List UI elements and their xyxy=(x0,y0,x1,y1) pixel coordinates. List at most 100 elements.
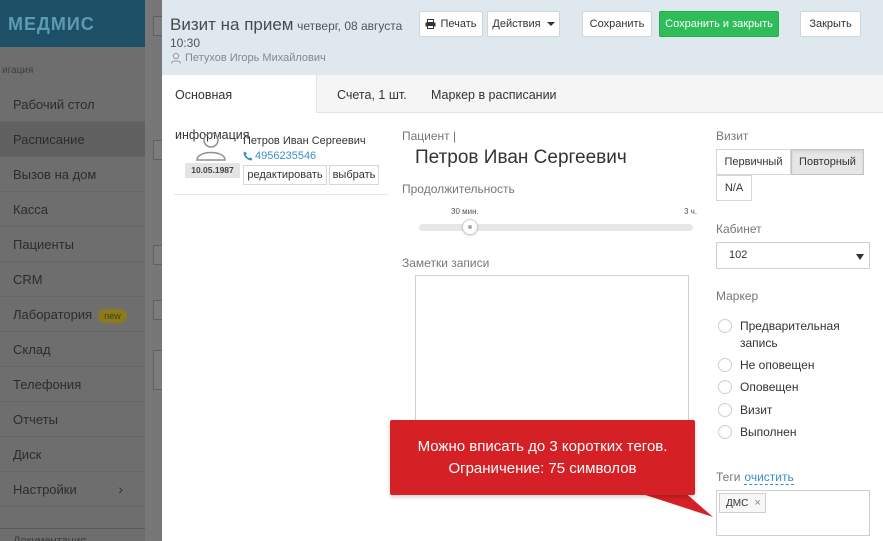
tags-label-row: Теги очистить xyxy=(716,470,794,485)
user-icon xyxy=(171,52,181,64)
tab-main-info[interactable]: Основная информация xyxy=(162,75,317,142)
sidebar-item-label: Диск xyxy=(13,447,42,462)
doctor-line: Петухов Игорь Михайлович xyxy=(170,52,410,64)
duration-slider-fill xyxy=(419,224,466,231)
tags-input[interactable]: ДМС × xyxy=(716,490,870,536)
close-button[interactable]: Закрыть xyxy=(800,11,861,37)
new-badge: new xyxy=(98,308,127,323)
modal-header: Визит на прием четверг, 08 августа 10:30… xyxy=(162,0,883,75)
radio-button[interactable] xyxy=(718,380,732,394)
sidebar-item-label: Касса xyxy=(13,202,49,217)
save-and-close-label: Сохранить и закрыть xyxy=(665,18,773,30)
sidebar-item-reports[interactable]: Отчеты xyxy=(0,402,145,437)
marker-option-label: Выполнен xyxy=(740,425,797,439)
marker-option-done[interactable]: Выполнен xyxy=(718,424,796,441)
app-sidebar: МЕДМИС игация Рабочий стол Расписание Вы… xyxy=(0,0,145,541)
sidebar-item-warehouse[interactable]: Склад xyxy=(0,332,145,367)
background-page-strip xyxy=(145,0,167,541)
marker-option-label: Предварительная запись xyxy=(740,319,840,350)
patient-dob: 10.05.1987 xyxy=(185,163,240,178)
patient-card-name: Петров Иван Сергеевич xyxy=(243,135,366,147)
visit-modal: Визит на прием четверг, 08 августа 10:30… xyxy=(162,0,883,541)
sidebar-item-home-call[interactable]: Вызов на дом xyxy=(0,157,145,192)
sidebar-item-label: Лаборатория xyxy=(13,307,93,322)
visit-type-primary[interactable]: Первичный xyxy=(716,149,791,175)
visit-date: четверг, 08 августа xyxy=(297,19,403,33)
duration-slider[interactable] xyxy=(419,224,693,231)
radio-button[interactable] xyxy=(718,425,732,439)
marker-option-preliminary[interactable]: Предварительная запись xyxy=(718,318,868,352)
select-patient-button[interactable]: выбрать xyxy=(329,165,379,185)
sidebar-item-dashboard[interactable]: Рабочий стол xyxy=(0,87,145,122)
sidebar-divider xyxy=(0,507,145,529)
sidebar-item-docs[interactable]: Документация xyxy=(0,529,145,541)
save-and-close-button[interactable]: Сохранить и закрыть xyxy=(659,11,779,37)
tag-text: ДМС xyxy=(726,497,749,509)
print-button[interactable]: Печать xyxy=(419,11,483,37)
caret-down-icon xyxy=(546,22,555,26)
duration-slider-handle[interactable] xyxy=(461,219,478,235)
avatar-icon xyxy=(196,132,226,161)
print-button-label: Печать xyxy=(440,18,477,30)
visit-type-repeat[interactable]: Повторный xyxy=(791,149,864,175)
sidebar-item-laboratory[interactable]: Лаборатория new xyxy=(0,297,145,332)
tags-hint-callout: Можно вписать до 3 коротких тегов. Огран… xyxy=(390,420,695,495)
patient-phone[interactable]: 4956235546 xyxy=(243,150,316,162)
close-button-label: Закрыть xyxy=(809,18,852,30)
callout-line-2: Ограничение: 75 символов xyxy=(448,460,637,477)
sidebar-item-label: Отчеты xyxy=(13,412,58,427)
visit-title-block: Визит на прием четверг, 08 августа 10:30… xyxy=(170,15,410,64)
sidebar-item-label: Настройки xyxy=(13,482,77,497)
tags-label: Теги xyxy=(716,470,741,484)
tab-schedule-marker[interactable]: Маркер в расписании xyxy=(418,75,570,113)
sidebar-item-telephony[interactable]: Телефония xyxy=(0,367,145,402)
tab-invoices[interactable]: Счета, 1 шт. xyxy=(324,75,420,113)
duration-max-label: 3 ч. xyxy=(684,207,698,216)
marker-label: Маркер xyxy=(716,289,759,303)
radio-button[interactable] xyxy=(718,358,732,372)
chevron-right-icon: › xyxy=(118,481,123,497)
brand-logo[interactable]: МЕДМИС xyxy=(0,0,145,47)
sidebar-item-cashdesk[interactable]: Касса xyxy=(0,192,145,227)
cabinet-select-value: 102 xyxy=(729,249,748,261)
marker-option-label: Визит xyxy=(740,403,773,417)
visit-label: Визит xyxy=(716,129,749,143)
sidebar-item-disk[interactable]: Диск xyxy=(0,437,145,472)
duration-min-label: 30 мин. xyxy=(451,207,479,216)
notes-label: Заметки записи xyxy=(402,256,490,270)
sidebar-item-crm[interactable]: CRM xyxy=(0,262,145,297)
marker-option-notified[interactable]: Оповещен xyxy=(718,379,798,396)
notes-textarea[interactable] xyxy=(415,275,689,422)
save-button[interactable]: Сохранить xyxy=(582,11,652,37)
marker-option-visit[interactable]: Визит xyxy=(718,402,772,419)
cabinet-select[interactable]: 102 xyxy=(716,242,870,269)
patient-name-field[interactable]: Петров Иван Сергеевич xyxy=(415,147,627,169)
marker-option-not-notified[interactable]: Не оповещен xyxy=(718,357,814,374)
sidebar-item-label: CRM xyxy=(13,272,43,287)
visit-type-na[interactable]: N/A xyxy=(716,175,752,201)
sidebar-item-schedule[interactable]: Расписание xyxy=(0,122,145,157)
callout-line-1: Можно вписать до 3 коротких тегов. xyxy=(417,438,668,455)
tags-clear-link[interactable]: очистить xyxy=(744,470,794,485)
edit-patient-button[interactable]: редактировать xyxy=(243,165,327,185)
actions-button[interactable]: Действия xyxy=(487,11,560,37)
sidebar-item-label: Пациенты xyxy=(13,237,74,252)
modal-tabs: Основная информация Счета, 1 шт. Маркер … xyxy=(162,75,883,142)
radio-button[interactable] xyxy=(718,319,732,333)
sidebar-item-label: Телефония xyxy=(13,377,82,392)
sidebar-item-label: Рабочий стол xyxy=(13,97,95,112)
doctor-name: Петухов Игорь Михайлович xyxy=(185,52,326,64)
nav-section-label: игация xyxy=(2,65,34,76)
remove-tag-icon[interactable]: × xyxy=(754,497,760,509)
sidebar-item-settings[interactable]: Настройки › xyxy=(0,472,145,507)
tag-chip: ДМС × xyxy=(719,493,766,513)
marker-option-label: Не оповещен xyxy=(740,358,815,372)
printer-icon xyxy=(425,19,436,29)
sidebar-item-patients[interactable]: Пациенты xyxy=(0,227,145,262)
patient-card: 10.05.1987 Петров Иван Сергеевич 4956235… xyxy=(174,127,388,195)
radio-button[interactable] xyxy=(718,403,732,417)
visit-time: 10:30 xyxy=(170,36,201,50)
dropdown-arrow-icon xyxy=(856,254,864,260)
save-button-label: Сохранить xyxy=(589,18,645,30)
sidebar-item-label: Расписание xyxy=(13,132,85,147)
